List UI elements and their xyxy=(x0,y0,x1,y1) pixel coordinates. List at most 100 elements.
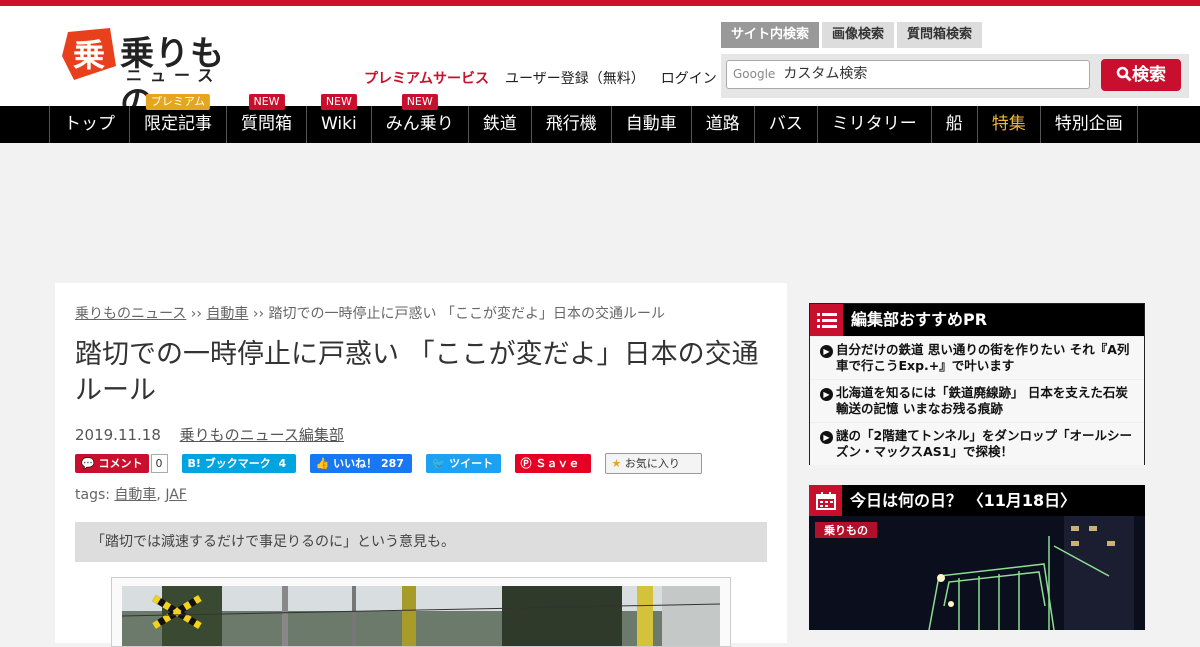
twitter-bird-icon: 🐦 xyxy=(431,457,446,470)
logo-badge-icon: 乗 xyxy=(62,28,116,80)
search-button[interactable]: 検索 xyxy=(1101,59,1181,91)
nav-item[interactable]: Wiki NEW xyxy=(306,94,371,143)
login-link[interactable]: ログイン xyxy=(661,68,717,88)
tweet-label: ツイート xyxy=(449,457,494,470)
search-input[interactable]: Google カスタム検索 xyxy=(726,60,1090,89)
tag-link[interactable]: 自動車 xyxy=(114,487,156,503)
facebook-like-button[interactable]: 👍 いいね！ 287 xyxy=(309,454,412,473)
nav-item-label: 特集 xyxy=(991,114,1026,134)
today-box: 今日は何の日？ 〈11月18日〉 乗りもの xyxy=(809,485,1145,630)
chevron-right-icon: ▶ xyxy=(820,431,833,444)
search-box: Google カスタム検索 検索 xyxy=(721,54,1189,98)
chevron-right-icon: ▶ xyxy=(820,388,833,401)
today-image-logo: 乗りもの xyxy=(824,523,868,537)
comment-count: 0 xyxy=(150,454,168,473)
tab-qa-search[interactable]: 質問箱検索 xyxy=(897,22,983,48)
favorite-label: お気に入り xyxy=(624,457,680,470)
nav-item[interactable]: バス xyxy=(753,106,817,143)
article-photo[interactable] xyxy=(122,586,720,646)
premium-service-link[interactable]: プレミアムサービス xyxy=(364,68,489,88)
tab-site-search[interactable]: サイト内検索 xyxy=(721,22,820,48)
tags-label: tags: xyxy=(75,487,110,503)
editor-pr-box: 編集部おすすめPR ▶ 自分だけの鉄道 思い通りの街を作りたい それ『A列車で行… xyxy=(809,303,1145,465)
comment-button[interactable]: 💬 コメント xyxy=(75,454,149,473)
pr-item-text: 北海道を知るには「鉄道廃線跡」 日本を支えた石炭輸送の記憶 いまなお残る痕跡 xyxy=(836,385,1128,416)
pr-list-item[interactable]: ▶ 謎の「2階建てトンネル」をダンロップ「オールシーズン・マックスAS1」で探検… xyxy=(810,422,1144,465)
tweet-button[interactable]: 🐦 ツイート xyxy=(425,454,501,473)
breadcrumb: 乗りものニュース ›› 自動車 ›› 踏切での一時停止に戸惑い 「ここが変だよ」… xyxy=(75,303,665,323)
nav-item[interactable]: ミリタリー xyxy=(816,106,931,143)
nav-item-label: 飛行機 xyxy=(545,114,597,134)
nav-item[interactable]: 飛行機 xyxy=(530,106,611,143)
nav-item[interactable]: 自動車 xyxy=(610,106,691,143)
today-image[interactable]: 乗りもの xyxy=(809,516,1145,630)
ad-space xyxy=(0,143,1200,273)
nav-item[interactable]: 特集 xyxy=(976,106,1040,143)
premium-badge: プレミアム xyxy=(145,94,211,110)
nav-item-label: Wiki xyxy=(321,114,357,134)
article-photo-frame xyxy=(111,577,731,647)
nav-item-label: 特別企画 xyxy=(1054,114,1123,134)
breadcrumb-separator: ›› xyxy=(252,306,265,322)
pr-item-text: 自分だけの鉄道 思い通りの街を作りたい それ『A列車で行こうExp.+』で叶いま… xyxy=(836,342,1130,373)
search-placeholder: カスタム検索 xyxy=(783,66,868,82)
article-lead: 「踏切では減速するだけで事足りるのに」という意見も。 xyxy=(75,522,767,562)
nav-item-label: みん乗り xyxy=(385,114,454,134)
nav-item[interactable]: 特別企画 xyxy=(1039,106,1138,143)
today-box-title: 今日は何の日？ 〈11月18日〉 xyxy=(850,491,1077,510)
breadcrumb-separator: ›› xyxy=(190,306,202,322)
pr-box-title: 編集部おすすめPR xyxy=(851,310,988,329)
nav-item-label: 自動車 xyxy=(625,114,677,134)
favorite-button[interactable]: ★ お気に入り xyxy=(604,453,702,474)
tag-link[interactable]: JAF xyxy=(165,487,187,503)
pinterest-icon: Ⓟ xyxy=(520,457,532,470)
railroad-crossing-photo xyxy=(122,586,720,646)
article-title: 踏切での一時停止に戸惑い 「ここが変だよ」日本の交通ルール xyxy=(75,339,759,406)
logo-badge-char: 乗 xyxy=(73,36,105,74)
nav-item[interactable]: 鉄道 xyxy=(467,106,531,143)
search-tabs: サイト内検索 画像検索 質問箱検索 xyxy=(721,22,983,48)
list-icon xyxy=(810,304,843,336)
breadcrumb-category[interactable]: 自動車 xyxy=(206,306,248,322)
new-badge: NEW xyxy=(320,94,357,110)
breadcrumb-home[interactable]: 乗りものニュース xyxy=(75,306,186,322)
fb-like-count: 287 xyxy=(380,457,404,470)
nav-item[interactable]: 質問箱 NEW xyxy=(226,94,306,143)
nav-item[interactable]: トップ xyxy=(49,106,129,143)
today-box-header: 今日は何の日？ 〈11月18日〉 xyxy=(809,485,1145,516)
article: 乗りものニュース ›› 自動車 ›› 踏切での一時停止に戸惑い 「ここが変だよ」… xyxy=(55,283,787,647)
article-meta: 2019.11.18 乗りものニュース編集部 xyxy=(75,424,344,445)
nav-item-label: 鉄道 xyxy=(482,114,517,134)
fb-like-label: いいね！ xyxy=(333,457,378,470)
pinterest-save-button[interactable]: Ⓟ Ｓａｖｅ xyxy=(514,454,591,473)
chevron-right-icon: ▶ xyxy=(820,345,833,358)
nav-item[interactable]: 道路 xyxy=(690,106,754,143)
register-link[interactable]: ユーザー登録（無料） xyxy=(505,68,645,88)
article-tags: tags: 自動車, JAF xyxy=(75,487,187,503)
tab-image-search[interactable]: 画像検索 xyxy=(822,22,895,48)
hatena-count: 4 xyxy=(278,457,287,470)
search-button-label: 検索 xyxy=(1132,65,1166,85)
article-author[interactable]: 乗りものニュース編集部 xyxy=(180,426,344,444)
nav-item[interactable]: 船 xyxy=(930,106,977,143)
pr-list-item[interactable]: ▶ 自分だけの鉄道 思い通りの街を作りたい それ『A列車で行こうExp.+』で叶… xyxy=(810,336,1144,379)
logo-subwordmark: ニュース xyxy=(126,66,222,85)
google-label: Google xyxy=(733,67,776,81)
comment-label: コメント xyxy=(98,457,143,470)
star-icon: ★ xyxy=(611,457,622,470)
nav-item-label: ミリタリー xyxy=(831,114,917,134)
nav-item-label: バス xyxy=(768,114,803,134)
nav-item[interactable]: 限定記事 プレミアム xyxy=(129,94,226,143)
new-badge: NEW xyxy=(401,94,438,110)
nav-item[interactable]: みん乗り NEW xyxy=(370,94,468,143)
nav-item-label: 質問箱 xyxy=(241,114,292,134)
article-date: 2019.11.18 xyxy=(75,426,161,444)
nav-item-label: トップ xyxy=(64,114,115,134)
site-logo[interactable]: 乗 乗りもの ニュース xyxy=(60,26,225,123)
main-nav: トップ 限定記事 プレミアム 質問箱 NEW Wiki NEW みん乗り NEW 鉄道 飛行機 自動車… xyxy=(0,94,1200,143)
pin-label: Ｓａｖｅ xyxy=(535,457,580,470)
header-links: プレミアムサービス ユーザー登録（無料） ログイン xyxy=(364,68,717,88)
pr-list-item[interactable]: ▶ 北海道を知るには「鉄道廃線跡」 日本を支えた石炭輸送の記憶 いまなお残る痕跡 xyxy=(810,379,1144,422)
pr-item-text: 謎の「2階建てトンネル」をダンロップ「オールシーズン・マックスAS1」で探検！ xyxy=(836,428,1132,459)
hatena-bookmark-button[interactable]: B! ブックマーク 4 xyxy=(181,454,296,473)
